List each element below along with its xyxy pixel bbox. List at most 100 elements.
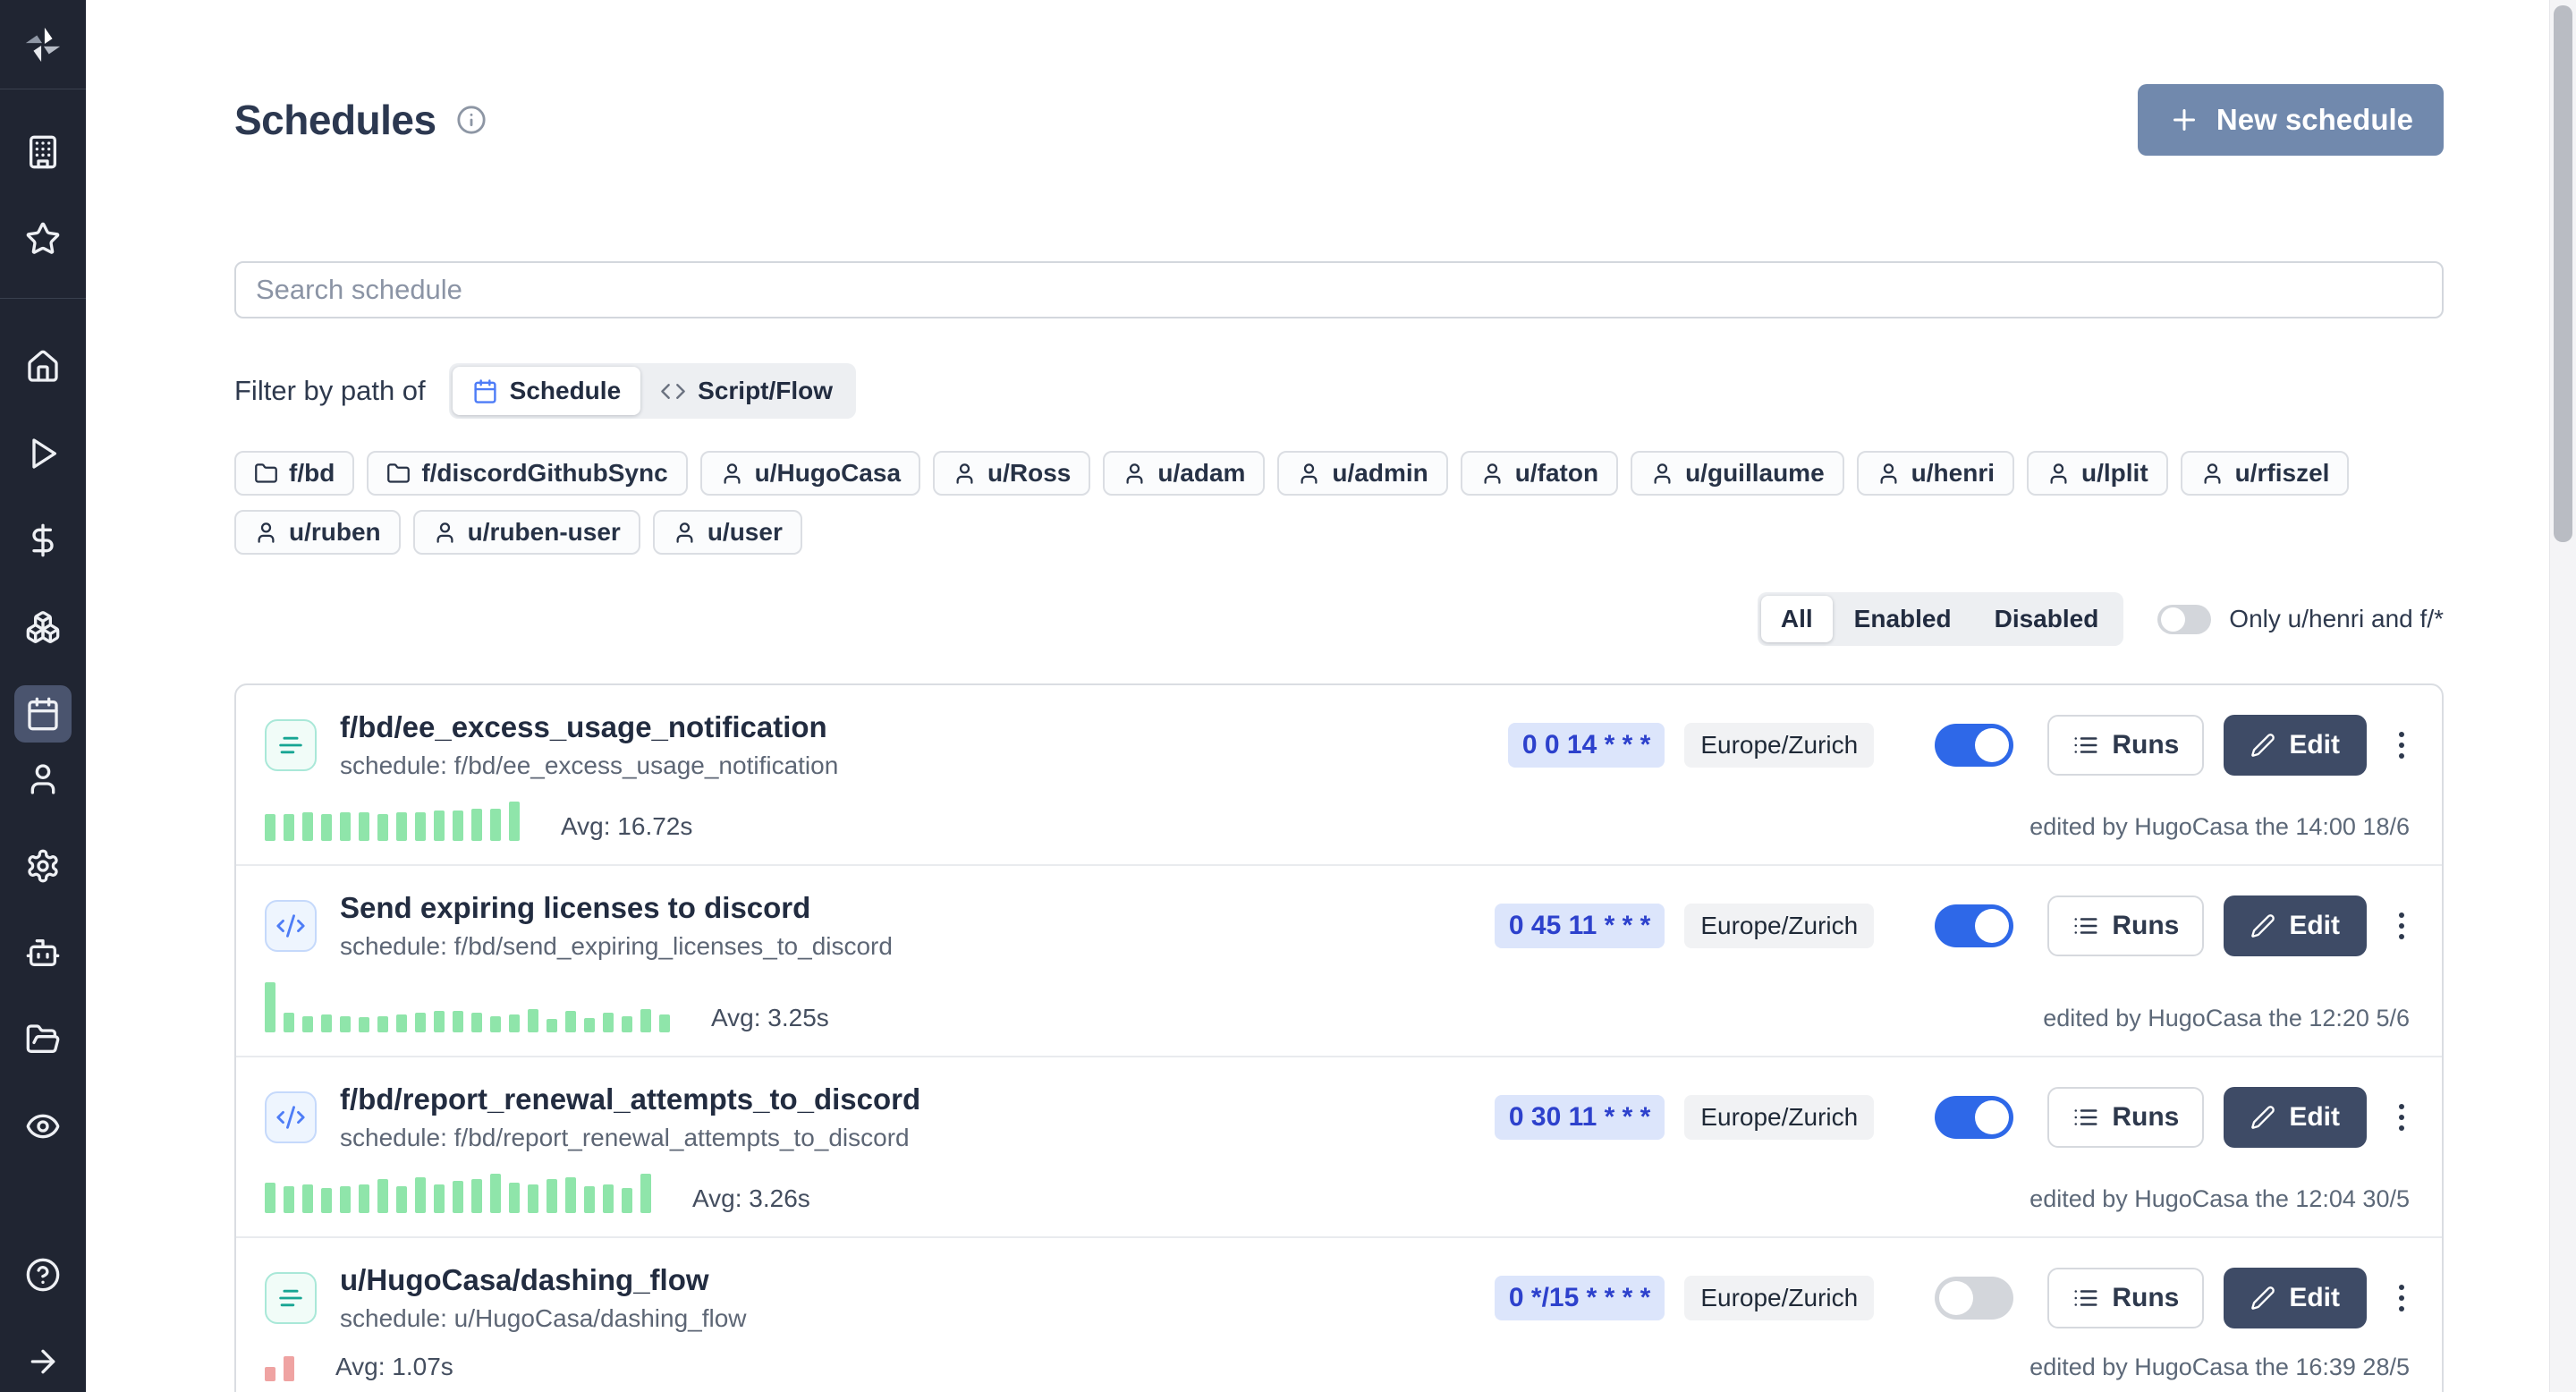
path-chip-u-ruben[interactable]: u/ruben <box>234 510 401 555</box>
state-filter-disabled[interactable]: Disabled <box>1973 596 2121 642</box>
calendar-icon <box>25 696 61 732</box>
sidebar-item-boxes[interactable] <box>14 598 72 656</box>
path-chip-u-hugocasa[interactable]: u/HugoCasa <box>700 451 920 496</box>
sidebar-item-settings[interactable] <box>14 837 72 895</box>
page-header: Schedules New schedule <box>234 84 2444 156</box>
user-icon <box>25 761 61 797</box>
schedule-enabled-toggle[interactable] <box>1935 724 2013 767</box>
avg-duration: Avg: 1.07s <box>335 1354 453 1381</box>
schedule-enabled-toggle[interactable] <box>1935 1277 2013 1320</box>
sidebar-item-calendar[interactable] <box>14 685 72 743</box>
folder-open-icon <box>25 1022 61 1057</box>
tab-schedule[interactable]: Schedule <box>453 367 640 415</box>
user-icon <box>433 521 457 545</box>
user-icon <box>1877 462 1901 486</box>
schedule-subtitle: schedule: f/bd/report_renewal_attempts_t… <box>340 1124 1432 1152</box>
runs-button[interactable]: Runs <box>2047 1268 2204 1328</box>
runs-button[interactable]: Runs <box>2047 715 2204 776</box>
sidebar-item-play[interactable] <box>14 425 72 482</box>
state-filter-row: AllEnabledDisabled Only u/henri and f/* <box>234 592 2444 646</box>
dollar-icon <box>25 522 61 558</box>
runs-button[interactable]: Runs <box>2047 895 2204 956</box>
avg-duration: Avg: 3.25s <box>711 1006 829 1032</box>
more-options-kebab[interactable] <box>2394 905 2410 946</box>
sidebar-item-help[interactable] <box>14 1246 72 1303</box>
code-icon <box>660 378 686 404</box>
runs-button[interactable]: Runs <box>2047 1087 2204 1148</box>
user-icon <box>1123 462 1147 486</box>
path-chip-u-ross[interactable]: u/Ross <box>933 451 1090 496</box>
path-chip-u-ruben-user[interactable]: u/ruben-user <box>413 510 640 555</box>
path-chip-u-lplit[interactable]: u/lplit <box>2027 451 2168 496</box>
edited-by: edited by HugoCasa the 12:04 30/5 <box>2029 1187 2410 1213</box>
windmill-logo[interactable] <box>0 0 86 89</box>
user-icon <box>2200 462 2224 486</box>
path-chip-f-discordgithubsync[interactable]: f/discordGithubSync <box>367 451 687 496</box>
path-chip-u-adam[interactable]: u/adam <box>1103 451 1265 496</box>
schedule-row: u/HugoCasa/dashing_flow schedule: u/Hugo… <box>236 1236 2442 1392</box>
folder-icon <box>386 462 411 486</box>
avg-duration: Avg: 16.72s <box>561 814 692 841</box>
search-input[interactable] <box>234 261 2444 318</box>
only-henri-toggle[interactable] <box>2157 605 2211 634</box>
user-icon <box>720 462 744 486</box>
schedule-path: u/HugoCasa/dashing_flow <box>340 1263 1432 1297</box>
more-options-kebab[interactable] <box>2394 1277 2410 1319</box>
sidebar-item-user[interactable] <box>14 751 72 808</box>
cron-badge: 0 0 14 * * * <box>1508 723 1665 768</box>
folder-icon <box>254 462 278 486</box>
path-chip-u-faton[interactable]: u/faton <box>1461 451 1618 496</box>
edit-button[interactable]: Edit <box>2224 1268 2367 1328</box>
user-icon <box>953 462 977 486</box>
flow-icon <box>265 719 317 771</box>
play-icon <box>25 436 61 471</box>
path-chip-u-admin[interactable]: u/admin <box>1277 451 1447 496</box>
path-chip-u-user[interactable]: u/user <box>653 510 802 555</box>
state-filter-group: AllEnabledDisabled <box>1758 592 2123 646</box>
timezone-badge: Europe/Zurich <box>1684 1095 1874 1140</box>
sidebar-item-eye[interactable] <box>14 1098 72 1155</box>
edit-button[interactable]: Edit <box>2224 715 2367 776</box>
state-filter-enabled[interactable]: Enabled <box>1833 596 1973 642</box>
runs-sparkline <box>265 1174 651 1213</box>
sidebar-item-building[interactable] <box>14 123 72 181</box>
timezone-badge: Europe/Zurich <box>1684 904 1874 948</box>
schedule-path: f/bd/report_renewal_attempts_to_discord <box>340 1082 1432 1116</box>
user-icon <box>1480 462 1504 486</box>
more-options-kebab[interactable] <box>2394 725 2410 766</box>
path-chip-u-henri[interactable]: u/henri <box>1857 451 2014 496</box>
new-schedule-button[interactable]: New schedule <box>2138 84 2444 156</box>
sidebar-item-star[interactable] <box>14 210 72 267</box>
pencil-icon <box>2250 1286 2275 1311</box>
sidebar-item-home[interactable] <box>14 338 72 395</box>
pencil-icon <box>2250 733 2275 758</box>
user-icon <box>2046 462 2071 486</box>
sidebar-group-bottom <box>0 1246 86 1392</box>
tab-script-flow[interactable]: Script/Flow <box>640 367 852 415</box>
script-icon <box>265 1091 317 1143</box>
path-chip-f-bd[interactable]: f/bd <box>234 451 354 496</box>
path-chip-u-guillaume[interactable]: u/guillaume <box>1631 451 1844 496</box>
schedule-enabled-toggle[interactable] <box>1935 1096 2013 1139</box>
page-scrollbar[interactable] <box>2549 0 2576 1392</box>
sidebar-item-dollar[interactable] <box>14 512 72 569</box>
bot-icon <box>25 935 61 971</box>
edit-button[interactable]: Edit <box>2224 895 2367 956</box>
path-filter-toggle-group: Schedule Script/Flow <box>449 363 856 419</box>
sidebar-item-folder-open[interactable] <box>14 1011 72 1068</box>
timezone-badge: Europe/Zurich <box>1684 1276 1874 1320</box>
settings-icon <box>25 848 61 884</box>
state-filter-all[interactable]: All <box>1761 596 1833 642</box>
scrollbar-thumb[interactable] <box>2554 5 2572 542</box>
edit-button[interactable]: Edit <box>2224 1087 2367 1148</box>
more-options-kebab[interactable] <box>2394 1097 2410 1138</box>
edited-by: edited by HugoCasa the 12:20 5/6 <box>2043 1006 2410 1032</box>
sidebar-item-arrow-right[interactable] <box>14 1333 72 1390</box>
sidebar-group-main <box>0 299 86 743</box>
sidebar-item-bot[interactable] <box>14 924 72 981</box>
info-icon[interactable] <box>456 105 487 135</box>
path-chips: f/bd f/discordGithubSync u/HugoCasa u/Ro… <box>234 451 2444 555</box>
schedule-enabled-toggle[interactable] <box>1935 904 2013 947</box>
arrow-right-icon <box>25 1344 61 1379</box>
path-chip-u-rfiszel[interactable]: u/rfiszel <box>2181 451 2350 496</box>
